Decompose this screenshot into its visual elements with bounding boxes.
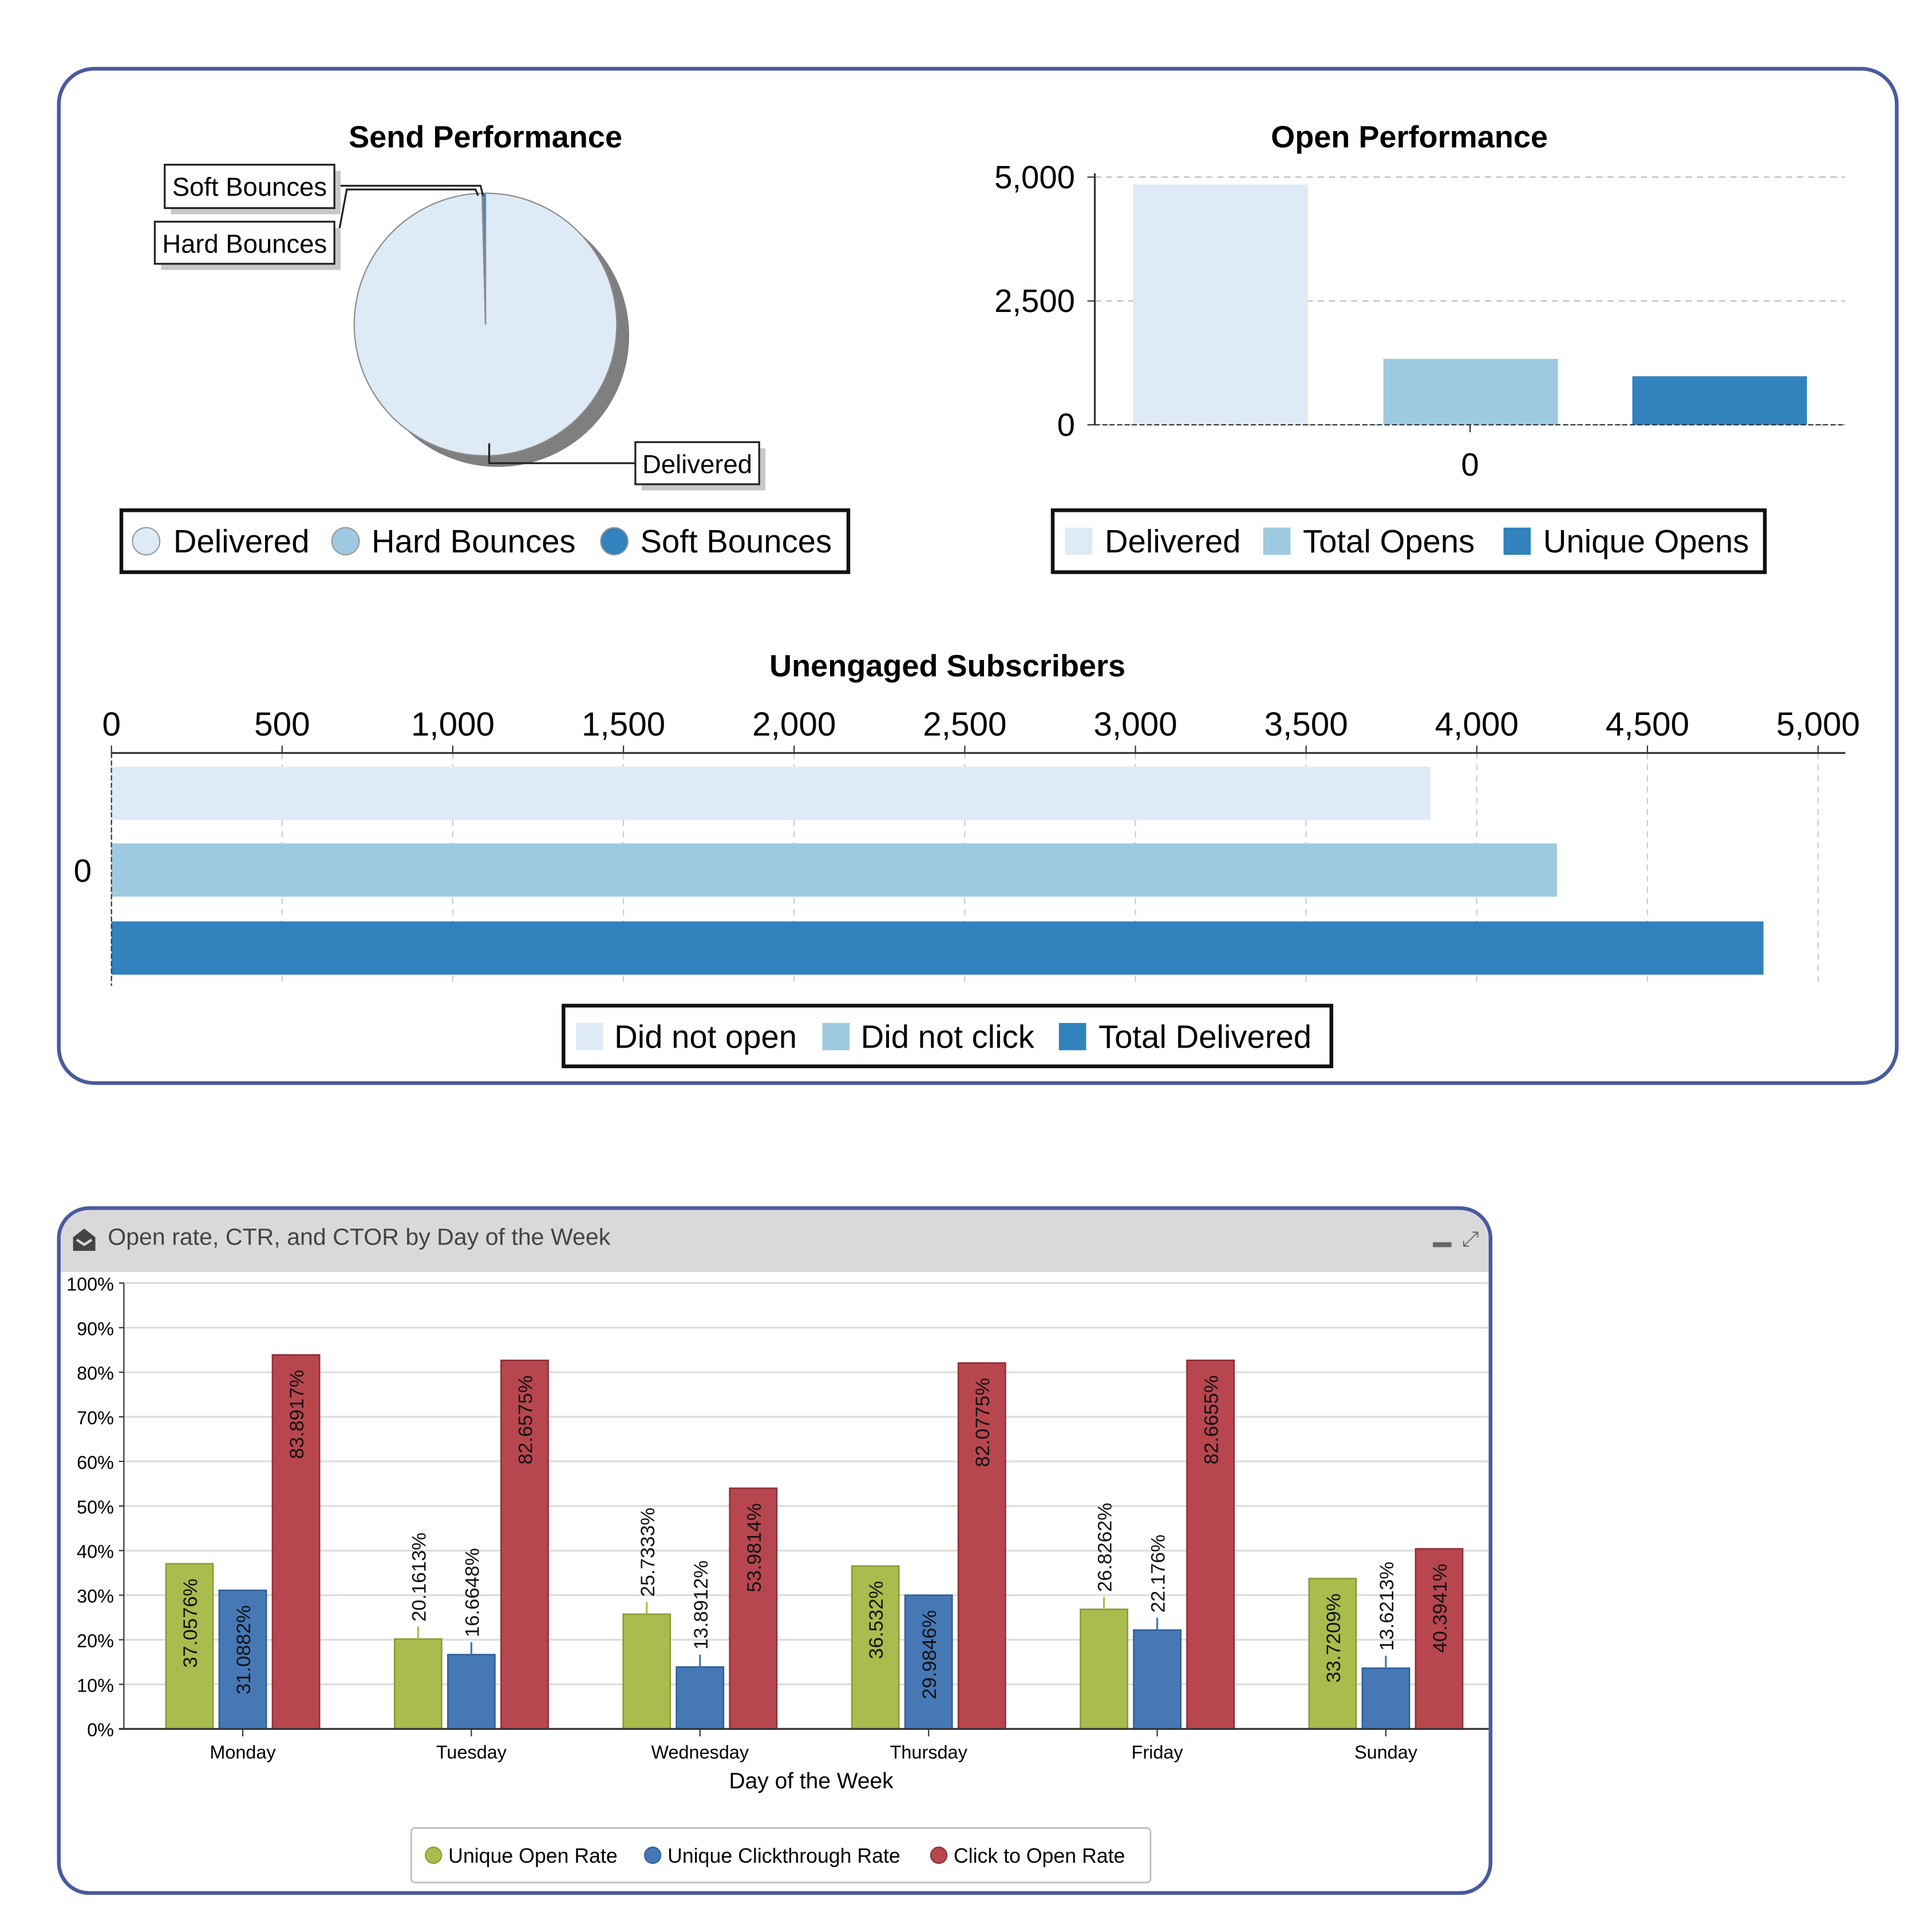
x-tick-label: 1,000 xyxy=(411,706,495,743)
y-tick-label: 30% xyxy=(77,1586,114,1607)
x-tick-label: 5,000 xyxy=(1776,706,1860,743)
x-tick-label: 4,000 xyxy=(1435,706,1519,743)
legend-label: Click to Open Rate xyxy=(954,1844,1125,1867)
legend-swatch xyxy=(1503,527,1531,555)
bar-data-label: 82.6575% xyxy=(515,1375,536,1464)
bar-unique-clickthrough-rate xyxy=(1361,1667,1411,1730)
callout-line xyxy=(334,184,484,196)
bar-unique-open-rate xyxy=(622,1613,671,1730)
y-tick-label: 2,500 xyxy=(994,283,1075,319)
bar-data-label: 29.9846% xyxy=(919,1610,941,1700)
bar-data-label: 53.9814% xyxy=(744,1503,765,1593)
legend-swatch xyxy=(930,1846,948,1864)
bar-unique-opens xyxy=(1632,376,1807,425)
legend-label: Unique Open Rate xyxy=(448,1844,618,1867)
x-tick-label: 2,500 xyxy=(923,706,1006,743)
bar-data-label: 22.176% xyxy=(1148,1535,1170,1613)
legend-swatch xyxy=(1065,527,1093,555)
bar-total-delivered xyxy=(111,921,1764,975)
y-tick-label: 90% xyxy=(77,1318,114,1339)
bar-data-label: 13.8912% xyxy=(690,1560,712,1650)
x-tick-label: Sunday xyxy=(1354,1742,1418,1763)
y-tick-label: 80% xyxy=(77,1363,114,1384)
legend-swatch xyxy=(822,1023,850,1050)
legend-swatch xyxy=(1058,1023,1086,1050)
bar-unique-open-rate xyxy=(1080,1609,1128,1730)
legend-swatch xyxy=(644,1846,662,1864)
legend-swatch xyxy=(600,527,629,556)
bar-data-label: 25.7333% xyxy=(637,1508,659,1597)
x-axis-title: Day of the Week xyxy=(729,1769,894,1793)
bar-unique-clickthrough-rate xyxy=(1133,1629,1182,1730)
x-tick-label: Monday xyxy=(210,1742,276,1763)
y-tick-label: 100% xyxy=(66,1274,114,1294)
bar-did-not-open xyxy=(111,767,1431,820)
y-tick-label: 0 xyxy=(1057,407,1075,443)
legend-label: Total Delivered xyxy=(1099,1018,1311,1054)
x-tick-label: 500 xyxy=(254,706,310,743)
bar-data-label: 37.0576% xyxy=(180,1579,202,1668)
bar-data-label: 33.7209% xyxy=(1323,1594,1345,1683)
x-tick-label: Wednesday xyxy=(651,1742,749,1763)
legend-label: Unique Clickthrough Rate xyxy=(667,1844,900,1867)
x-tick-label: 4,500 xyxy=(1606,706,1689,743)
legend-label: Unique Opens xyxy=(1543,523,1749,559)
y-tick-label: 0% xyxy=(87,1720,114,1740)
legend-swatch xyxy=(1263,527,1291,555)
x-tick-label: 3,000 xyxy=(1093,706,1177,743)
legend-swatch xyxy=(132,527,161,556)
legend-label: Did not open xyxy=(614,1018,797,1054)
bar-data-label: 31.0882% xyxy=(233,1605,255,1694)
y-tick-label: 0 xyxy=(74,852,92,888)
legend-label: Soft Bounces xyxy=(641,523,832,559)
callout-label: Soft Bounces xyxy=(172,172,327,202)
dashboard: Open rate, CTR, and CTOR by Day of the W… xyxy=(0,0,1932,1932)
y-tick-label: 60% xyxy=(77,1452,114,1473)
x-tick-label: 1,500 xyxy=(582,706,665,743)
charts-canvas: Send Performance Soft Bounces Hard Bounces… xyxy=(66,120,1860,1883)
legend-swatch xyxy=(576,1023,603,1050)
y-tick-label: 70% xyxy=(77,1408,114,1428)
bar-unique-clickthrough-rate xyxy=(675,1666,725,1730)
bar-did-not-click xyxy=(111,843,1557,897)
chart-title: Open Performance xyxy=(1271,120,1548,154)
y-tick-label: 5,000 xyxy=(994,159,1075,195)
bar-data-label: 26.8262% xyxy=(1095,1503,1116,1592)
legend-label: Delivered xyxy=(1105,523,1241,559)
chart-title: Unengaged Subscribers xyxy=(769,649,1125,683)
y-tick-label: 50% xyxy=(77,1497,114,1518)
bar-delivered xyxy=(1133,184,1308,425)
bar-unique-open-rate xyxy=(393,1638,442,1730)
bar-data-label: 16.6648% xyxy=(461,1548,483,1637)
legend-swatch xyxy=(331,527,360,556)
callout-label: Delivered xyxy=(642,449,752,479)
x-tick-label: Tuesday xyxy=(436,1742,507,1763)
x-tick-label: 0 xyxy=(102,706,120,743)
x-tick-label: Thursday xyxy=(890,1742,968,1763)
bar-data-label: 13.6213% xyxy=(1376,1562,1398,1651)
x-tick-label: Friday xyxy=(1132,1742,1184,1763)
legend-label: Delivered xyxy=(173,523,310,559)
legend-label: Did not click xyxy=(861,1018,1035,1054)
legend-label: Hard Bounces xyxy=(372,523,575,559)
legend-label: Total Opens xyxy=(1303,523,1475,559)
y-tick-label: 10% xyxy=(77,1675,114,1696)
chart-title: Send Performance xyxy=(349,120,622,154)
bar-data-label: 20.1613% xyxy=(408,1532,430,1622)
legend-swatch xyxy=(425,1846,442,1864)
bar-data-label: 40.3941% xyxy=(1429,1564,1451,1653)
bar-unique-clickthrough-rate xyxy=(447,1654,496,1730)
x-tick-label: 3,500 xyxy=(1265,706,1348,743)
x-tick-label: 0 xyxy=(1461,447,1479,483)
y-tick-label: 20% xyxy=(77,1630,114,1651)
bar-data-label: 82.6655% xyxy=(1201,1375,1223,1464)
bar-total-opens xyxy=(1383,358,1558,425)
callout-label: Hard Bounces xyxy=(162,229,327,258)
bar-data-label: 36.532% xyxy=(866,1581,887,1660)
y-tick-label: 40% xyxy=(77,1542,114,1562)
bar-data-label: 83.8917% xyxy=(286,1370,308,1459)
bar-data-label: 82.0775% xyxy=(972,1378,994,1467)
x-tick-label: 2,000 xyxy=(752,706,836,743)
